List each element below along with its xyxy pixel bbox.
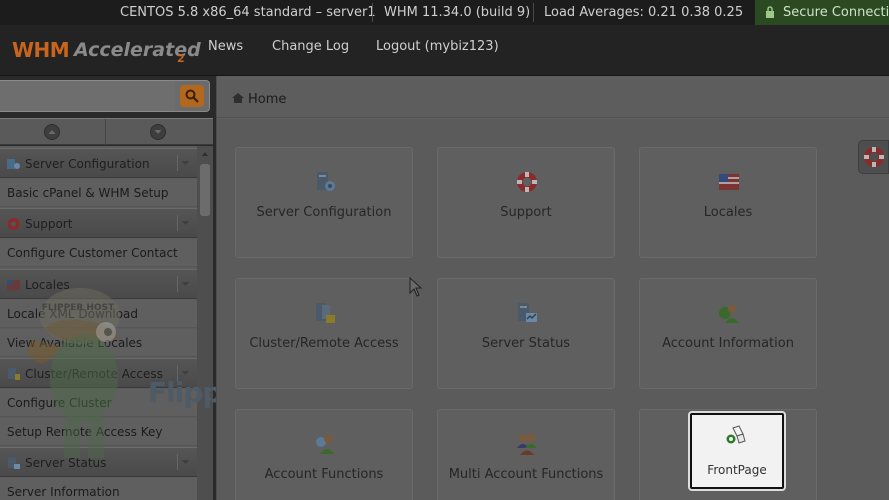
flipperhost-mascot-watermark: FLIPPER HOST xyxy=(27,288,120,458)
tile-frontpage[interactable]: FrontPage xyxy=(690,413,784,489)
tile-support[interactable]: Support xyxy=(437,147,615,258)
tile-label: Cluster/Remote Access xyxy=(249,336,399,351)
tile-multi-account-functions[interactable]: Multi Account Functions xyxy=(437,409,615,500)
sidebar-scrollbar[interactable] xyxy=(197,146,213,500)
cluster-icon xyxy=(316,303,335,323)
account-info-icon xyxy=(719,305,739,323)
server-status-icon xyxy=(8,457,20,469)
tile-cluster-remote-access[interactable]: Cluster/Remote Access xyxy=(235,278,413,389)
tile-label: Locales xyxy=(703,205,753,220)
status-divider xyxy=(533,3,534,22)
logo-whm-text: WHM xyxy=(12,38,70,62)
secure-connection-badge: Secure Connection xyxy=(755,0,889,25)
tile-server-status[interactable]: Server Status xyxy=(437,278,615,389)
sidebar-item-server-information[interactable]: Server Information xyxy=(0,478,197,500)
chevron-down-icon xyxy=(150,124,166,140)
main-panel: Home Server Configuration Support Locale… xyxy=(216,76,889,500)
status-divider xyxy=(372,3,373,22)
chevron-down-icon xyxy=(177,276,190,292)
load-averages: Load Averages: 0.21 0.38 0.25 xyxy=(544,5,744,20)
tile-account-information[interactable]: Account Information xyxy=(639,278,817,389)
sidebar-category-label: Server Configuration xyxy=(25,157,150,171)
header: WHM Accelerated 2 News Change Log Logout… xyxy=(0,25,889,76)
server-os-info: CENTOS 5.8 x86_64 standard – server1 xyxy=(120,5,376,20)
account-functions-icon xyxy=(316,435,334,454)
mouse-cursor-icon xyxy=(409,277,423,297)
tile-label: Account Information xyxy=(662,336,794,351)
tile-server-configuration[interactable]: Server Configuration xyxy=(235,147,413,258)
tile-label: Server Status xyxy=(481,336,571,351)
chevron-down-icon xyxy=(177,454,190,470)
secure-connection-label: Secure Connection xyxy=(783,5,889,20)
tile-label: Server Configuration xyxy=(256,205,392,220)
multi-account-icon xyxy=(517,434,537,455)
sidebar-scrollbar-thumb[interactable] xyxy=(200,164,210,216)
sidebar-category-label: Support xyxy=(25,217,73,231)
server-config-icon xyxy=(7,159,20,169)
watermark-badge-text: FLIPPER HOST xyxy=(42,303,115,313)
frontpage-icon xyxy=(726,425,746,444)
lifebuoy-icon xyxy=(517,172,537,192)
sidebar-collapse-controls xyxy=(0,118,213,145)
status-bar: CENTOS 5.8 x86_64 standard – server1 WHM… xyxy=(0,0,889,25)
collapse-all-button[interactable] xyxy=(107,119,213,145)
breadcrumb-home[interactable]: Home xyxy=(248,92,286,107)
tile-label: FrontPage xyxy=(707,463,767,477)
home-tile-grid: Server Configuration Support Locales Clu… xyxy=(217,119,889,500)
expand-all-button[interactable] xyxy=(0,119,106,145)
sidebar-item-basic-setup[interactable]: Basic cPanel & WHM Setup xyxy=(0,179,197,207)
search-input[interactable] xyxy=(0,81,175,111)
whm-version: WHM 11.34.0 (build 9) xyxy=(384,5,531,20)
search-icon xyxy=(185,89,199,103)
tile-account-functions[interactable]: Account Functions xyxy=(235,409,413,500)
tile-label: Account Functions xyxy=(264,467,384,482)
nav-change-log[interactable]: Change Log xyxy=(272,39,349,54)
chevron-down-icon xyxy=(177,215,190,231)
tile-label: Support xyxy=(500,205,552,220)
breadcrumb: Home xyxy=(217,76,889,118)
lifebuoy-icon xyxy=(864,147,884,167)
tile-locales[interactable]: Locales xyxy=(639,147,817,258)
sidebar-category-server-configuration[interactable]: Server Configuration xyxy=(0,148,197,178)
chevron-up-icon xyxy=(44,124,60,140)
cluster-icon xyxy=(8,368,20,380)
lock-icon xyxy=(766,6,774,18)
home-icon[interactable] xyxy=(231,92,245,104)
sidebar-search xyxy=(0,80,210,112)
search-button[interactable] xyxy=(180,85,204,107)
chevron-down-icon xyxy=(177,155,190,171)
sidebar-item-customer-contact[interactable]: Configure Customer Contact xyxy=(0,239,197,267)
logo-version-mark: 2 xyxy=(177,52,185,65)
lifebuoy-icon xyxy=(7,218,20,230)
server-status-icon xyxy=(518,303,537,322)
server-config-icon xyxy=(317,172,335,191)
help-tab[interactable] xyxy=(858,140,889,174)
tile-label: Multi Account Functions xyxy=(448,467,604,482)
nav-logout[interactable]: Logout (mybiz123) xyxy=(376,39,499,54)
sidebar-category-support[interactable]: Support xyxy=(0,208,197,238)
nav-news[interactable]: News xyxy=(208,39,243,54)
flag-icon xyxy=(7,280,20,290)
scroll-up-arrow-icon xyxy=(202,152,208,156)
flag-icon xyxy=(719,174,739,190)
